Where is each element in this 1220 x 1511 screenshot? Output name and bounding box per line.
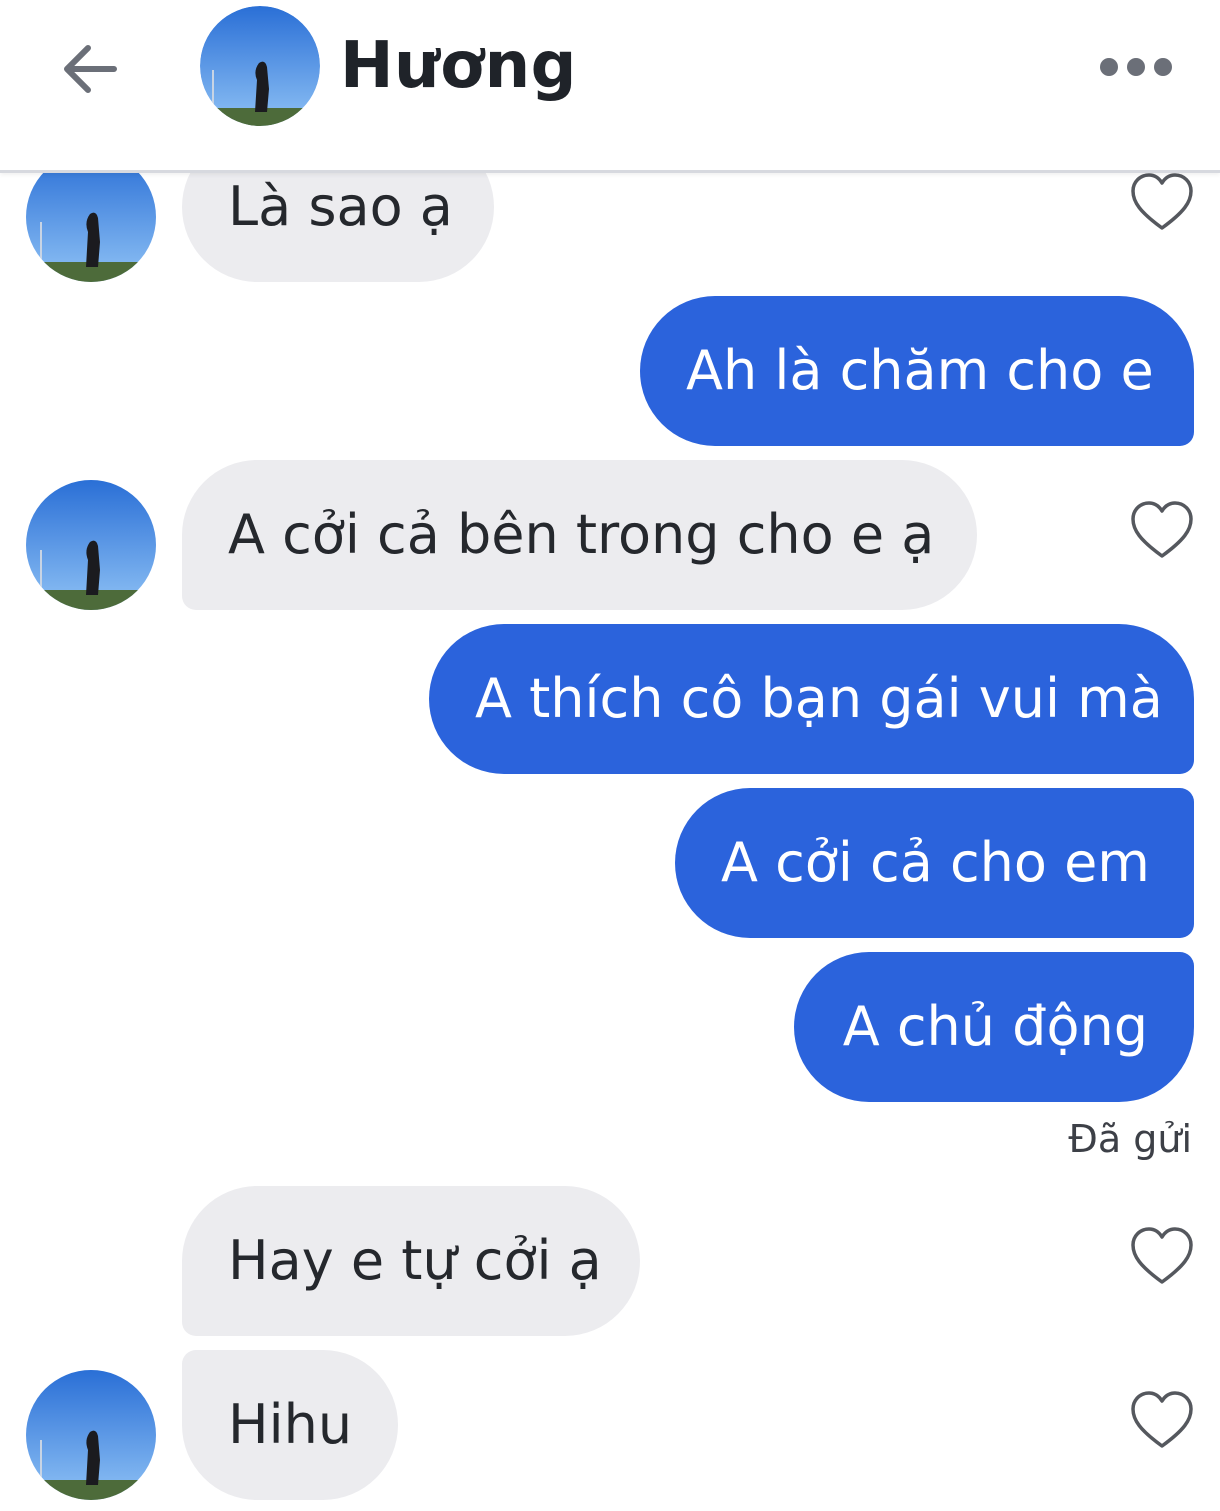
contact-avatar[interactable] [26, 1370, 156, 1500]
message-text: Ah là chăm cho e [686, 339, 1154, 402]
header-contact-avatar[interactable] [200, 6, 320, 126]
chat-header: Hương [0, 0, 1220, 173]
contact-name[interactable]: Hương [340, 26, 577, 106]
chat-screen: Là sao ạ Ah là chăm cho e A cởi cả bên t… [0, 0, 1220, 1511]
message-text: Hihu [228, 1393, 353, 1456]
avatar-photo [26, 480, 156, 610]
message-bubble-received[interactable]: A cởi cả bên trong cho e ạ [182, 460, 977, 610]
message-text: Hay e tự cởi ạ [228, 1229, 602, 1292]
message-bubble-sent[interactable]: A cởi cả cho em [675, 788, 1194, 938]
message-text: A chủ động [842, 995, 1148, 1058]
message-bubble-sent[interactable]: A thích cô bạn gái vui mà [429, 624, 1194, 774]
message-text: A cởi cả cho em [721, 831, 1150, 894]
contact-avatar[interactable] [26, 480, 156, 610]
message-text: A cởi cả bên trong cho e ạ [228, 503, 935, 566]
message-text: Là sao ạ [228, 175, 453, 238]
back-arrow-icon[interactable] [56, 34, 126, 104]
sent-status-label: Đã gửi [1068, 1117, 1192, 1161]
message-bubble-received[interactable]: Hay e tự cởi ạ [182, 1186, 640, 1336]
avatar-photo [200, 6, 320, 126]
like-heart-icon[interactable] [1130, 172, 1194, 232]
more-options-icon[interactable] [1098, 50, 1174, 84]
message-bubble-received[interactable]: Hihu [182, 1350, 398, 1500]
like-heart-icon[interactable] [1130, 500, 1194, 560]
message-bubble-sent[interactable]: Ah là chăm cho e [640, 296, 1194, 446]
message-bubble-sent[interactable]: A chủ động [794, 952, 1194, 1102]
avatar-photo [26, 1370, 156, 1500]
like-heart-icon[interactable] [1130, 1226, 1194, 1286]
like-heart-icon[interactable] [1130, 1390, 1194, 1450]
message-text: A thích cô bạn gái vui mà [475, 667, 1163, 730]
